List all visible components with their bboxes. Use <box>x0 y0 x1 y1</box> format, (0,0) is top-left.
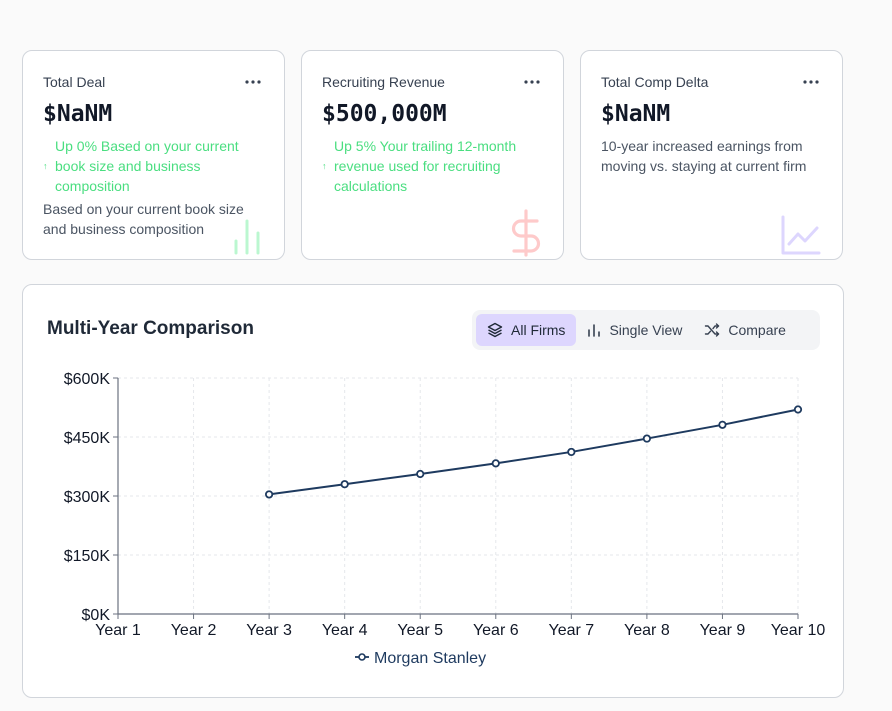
x-tick-label: Year 1 <box>95 622 141 639</box>
x-tick-label: Year 6 <box>473 622 519 639</box>
data-point <box>340 480 349 489</box>
card-value: $NaNM <box>601 101 671 127</box>
trend-up-icon: ↑ <box>43 161 48 171</box>
data-point <box>718 420 727 429</box>
card-value: $500,000M <box>322 101 447 127</box>
x-tick-label: Year 4 <box>322 622 368 639</box>
data-point <box>265 490 274 499</box>
card-description: 10-year increased earnings from moving v… <box>601 138 807 174</box>
x-tick-label: Year 5 <box>397 622 443 639</box>
trend-up-icon: ↑ <box>322 161 327 171</box>
more-options-button[interactable] <box>240 70 266 94</box>
card-value: $NaNM <box>43 101 113 127</box>
card-title: Recruiting Revenue <box>322 74 445 90</box>
trend-text: ↑ Up 0% Based on your current book size … <box>43 136 264 196</box>
data-point <box>793 405 803 414</box>
data-point <box>567 447 576 457</box>
trend-label: Up 5% Your trailing 12-month revenue use… <box>334 138 517 194</box>
bar-chart-icon <box>234 219 260 255</box>
more-horizontal-icon <box>803 80 819 84</box>
stat-card-recruiting-revenue: Recruiting Revenue $500,000M ↑ Up 5% You… <box>301 50 564 260</box>
more-horizontal-icon <box>245 80 261 84</box>
data-point <box>491 459 500 468</box>
x-tick-label: Year 2 <box>171 622 217 639</box>
trend-label: Up 0% Based on your current book size an… <box>55 138 239 194</box>
trend-text: ↑ Up 5% Your trailing 12-month revenue u… <box>322 136 543 196</box>
y-tick-label: $300K <box>64 489 111 506</box>
y-tick-label: $600K <box>64 371 111 388</box>
x-tick-label: Year 9 <box>700 622 746 639</box>
data-point <box>642 434 651 443</box>
stat-card-total-comp-delta: Total Comp Delta $NaNM 10-year increased… <box>580 50 843 260</box>
x-tick-label: Year 3 <box>246 622 292 639</box>
x-tick-label: Year 8 <box>624 622 670 639</box>
legend-swatch-point <box>358 653 366 661</box>
multi-year-comparison-panel: Multi-Year Comparison All Firms Single V… <box>22 284 844 698</box>
dollar-icon <box>511 209 541 257</box>
legend-label: Morgan Stanley <box>374 650 486 667</box>
card-title: Total Comp Delta <box>601 74 709 90</box>
x-tick-label: Year 7 <box>548 622 594 639</box>
more-options-button[interactable] <box>798 70 824 94</box>
more-options-button[interactable] <box>519 70 545 94</box>
multi-year-line-chart: $0K$150K$300K$450K$600KYear 1 Year 2 Year … <box>64 371 826 667</box>
line-chart-icon <box>781 215 821 255</box>
card-title: Total Deal <box>43 74 106 90</box>
y-tick-label: $150K <box>64 548 111 565</box>
series-line <box>268 408 799 496</box>
stat-card-total-deal: Total Deal $NaNM ↑ Up 0% Based on your c… <box>22 50 285 260</box>
x-tick-label: Year 10 <box>771 622 826 639</box>
data-point <box>416 469 425 479</box>
y-tick-label: $450K <box>64 430 111 447</box>
more-horizontal-icon <box>524 80 540 84</box>
